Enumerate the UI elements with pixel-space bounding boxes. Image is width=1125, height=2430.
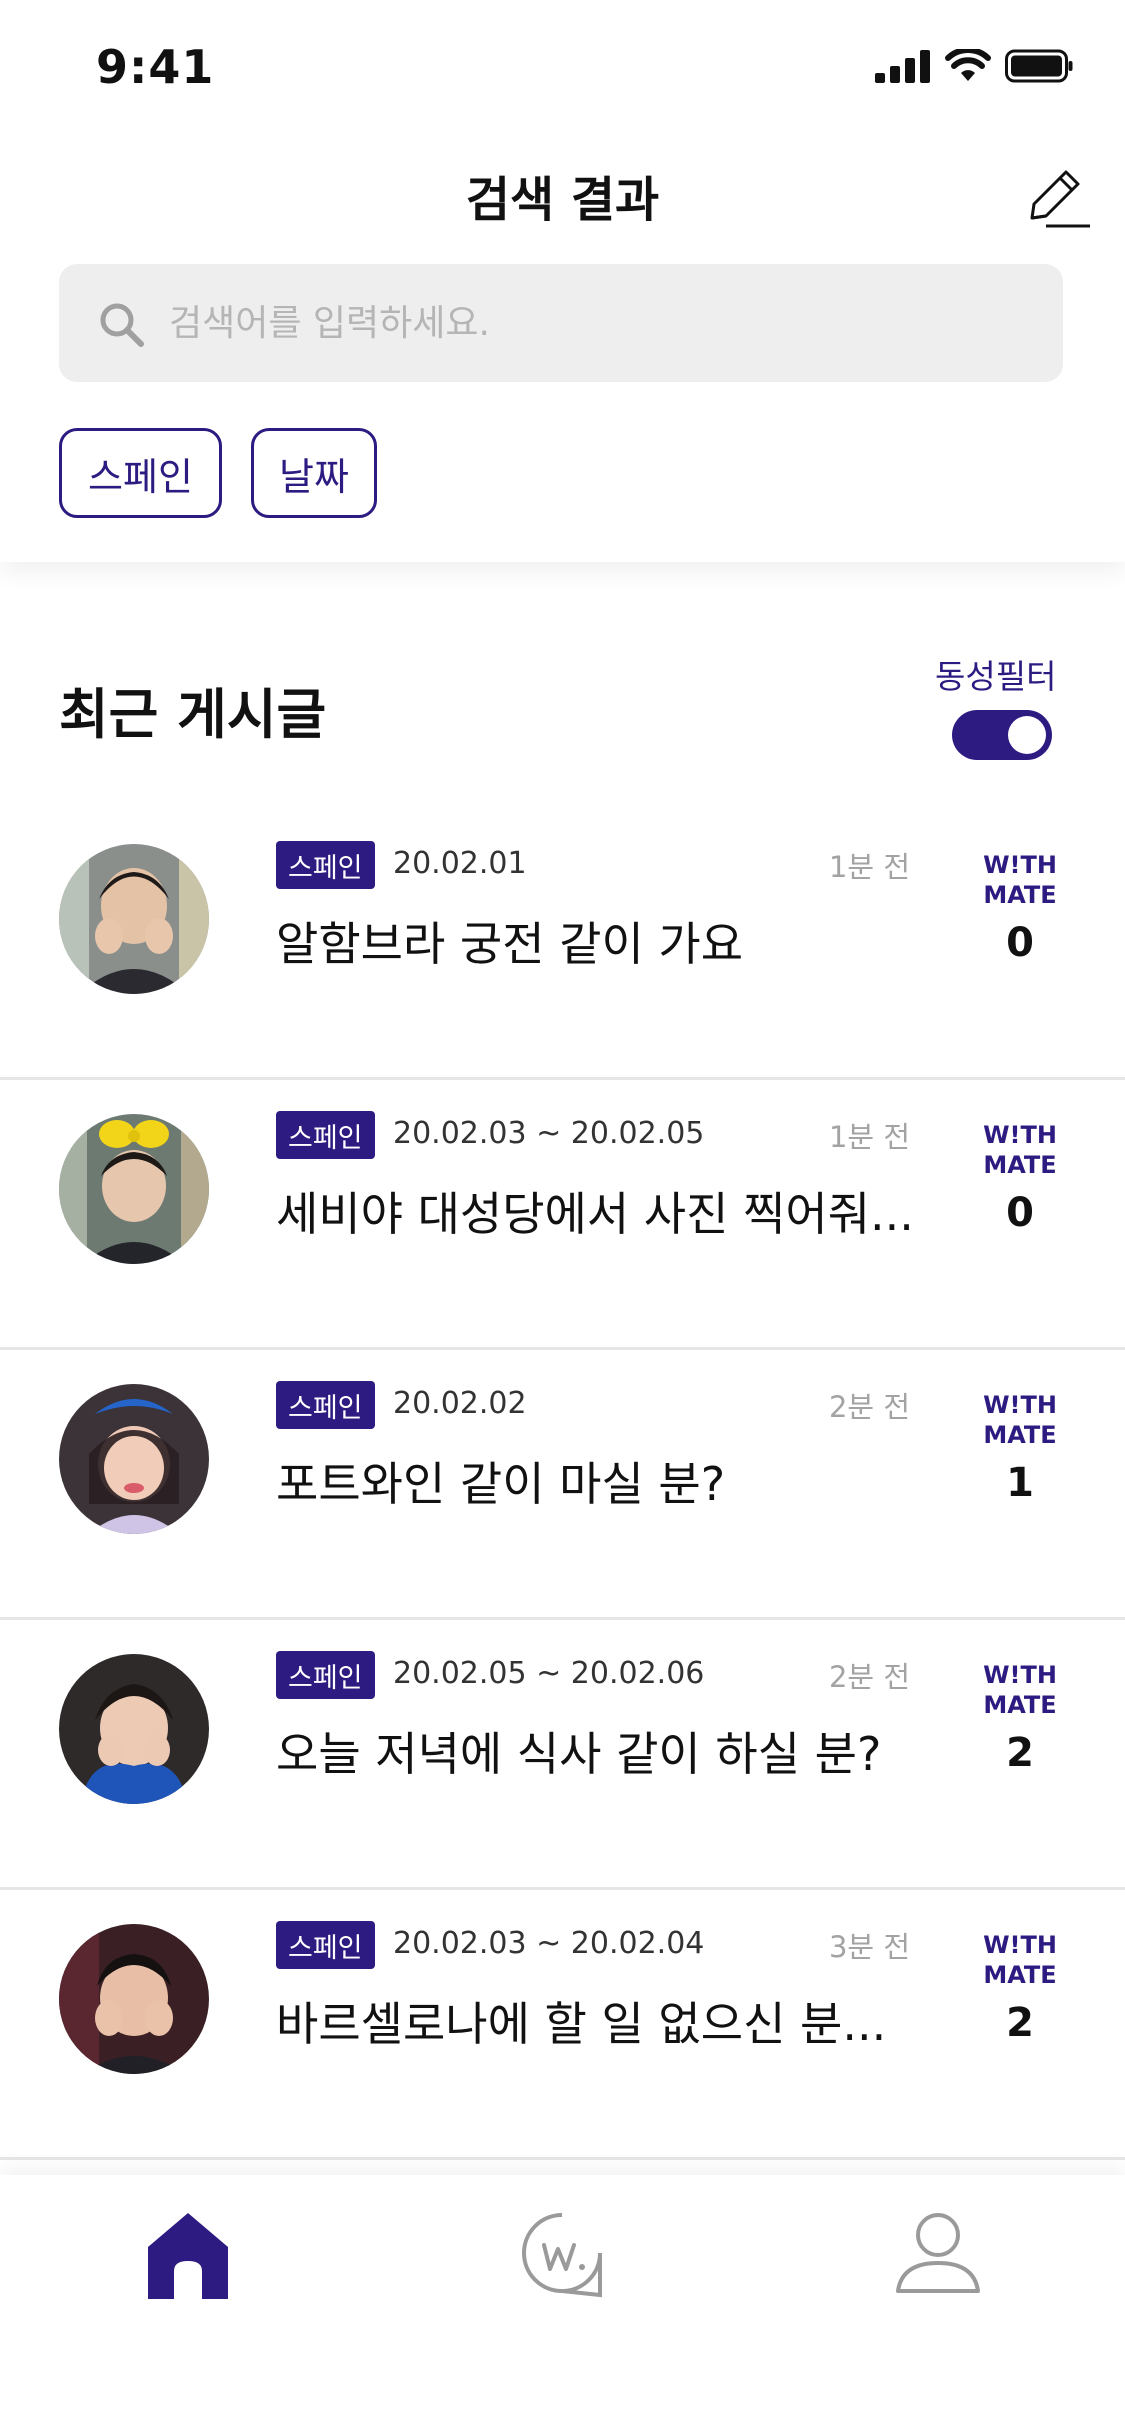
same-gender-filter-label: 동성필터 (935, 657, 1057, 696)
screen: 9:41 검색 결과 검색어를 입력하세요. 스페인 날짜 최근 게시글 동성필… (0, 0, 1125, 2430)
cellular-signal-icon (875, 50, 930, 83)
with-mate-label: W!TH MATE (970, 1390, 1070, 1450)
mate-count: 2 (1006, 2000, 1034, 2046)
tab-profile[interactable] (888, 2205, 988, 2305)
mate-count: 1 (1006, 1460, 1034, 1506)
post-date: 20.02.03 ~ 20.02.04 (393, 1926, 705, 1961)
with-mate-label: W!TH MATE (970, 850, 1070, 910)
post-item[interactable]: 스페인 20.02.01 1분 전 알함브라 궁전 같이 가요 W!TH MAT… (0, 810, 1125, 1080)
wifi-icon (945, 49, 991, 81)
mate-count: 0 (1006, 920, 1034, 966)
with-mate-label-line2: MATE (983, 1691, 1057, 1719)
with-mate-icon (522, 2213, 602, 2298)
country-tag: 스페인 (276, 1921, 375, 1969)
with-mate-label-line1: W!TH (983, 1121, 1057, 1149)
avatar (59, 1924, 209, 2074)
post-time-ago: 3분 전 (828, 1930, 910, 1964)
country-tag: 스페인 (276, 1381, 375, 1429)
with-mate-label-line1: W!TH (983, 1391, 1057, 1419)
with-mate-label-line2: MATE (983, 1421, 1057, 1449)
pencil-icon (1030, 170, 1090, 228)
post-item[interactable]: 스페인 20.02.05 ~ 20.02.06 2분 전 오늘 저녁에 식사 같… (0, 1620, 1125, 1890)
search-icon (100, 303, 144, 347)
with-mate-label: W!TH MATE (970, 1930, 1070, 1990)
with-mate-label: W!TH MATE (970, 1660, 1070, 1720)
avatar (59, 844, 209, 994)
post-item[interactable]: 스페인 20.02.03 ~ 20.02.05 1분 전 세비야 대성당에서 사… (0, 1080, 1125, 1350)
top-panel: 9:41 검색 결과 검색어를 입력하세요. 스페인 날짜 (0, 0, 1125, 562)
with-mate-label-line2: MATE (983, 881, 1057, 909)
tab-home[interactable] (138, 2205, 238, 2305)
with-mate-label-line1: W!TH (983, 851, 1057, 879)
post-item[interactable]: 스페인 20.02.02 2분 전 포트와인 같이 마실 분? W!TH MAT… (0, 1350, 1125, 1620)
post-date: 20.02.03 ~ 20.02.05 (393, 1116, 705, 1151)
mate-count: 2 (1006, 1730, 1034, 1776)
search-input[interactable] (169, 264, 1039, 382)
compose-button[interactable] (1020, 160, 1092, 232)
with-mate-label: W!TH MATE (970, 1120, 1070, 1180)
tab-bar (0, 2175, 1125, 2430)
tab-with-mate[interactable] (512, 2205, 612, 2305)
battery-icon (1005, 49, 1073, 83)
status-time: 9:41 (96, 40, 215, 94)
with-mate-label-line2: MATE (983, 1151, 1057, 1179)
home-icon (148, 2213, 228, 2299)
post-title: 포트와인 같이 마실 분? (276, 1457, 726, 1511)
section-title: 최근 게시글 (59, 683, 327, 746)
post-item[interactable]: 스페인 20.02.03 ~ 20.02.04 3분 전 바르셀로나에 할 일 … (0, 1890, 1125, 2160)
post-title: 알함브라 궁전 같이 가요 (276, 917, 744, 971)
post-title: 오늘 저녁에 식사 같이 하실 분? (276, 1727, 882, 1781)
post-title: 세비야 대성당에서 사진 찍어줘... (276, 1187, 914, 1241)
with-mate-label-line1: W!TH (983, 1931, 1057, 1959)
toggle-knob (1008, 716, 1046, 754)
with-mate-label-line1: W!TH (983, 1661, 1057, 1689)
avatar (59, 1654, 209, 1804)
status-icons (875, 46, 1073, 86)
avatar (59, 1384, 209, 1534)
profile-icon (896, 2213, 980, 2293)
post-time-ago: 2분 전 (828, 1660, 910, 1694)
country-tag: 스페인 (276, 1651, 375, 1699)
post-date: 20.02.01 (393, 846, 527, 881)
mate-count: 0 (1006, 1190, 1034, 1236)
country-tag: 스페인 (276, 1111, 375, 1159)
search-bar[interactable] (59, 264, 1063, 382)
post-title: 바르셀로나에 할 일 없으신 분... (276, 1997, 887, 2051)
avatar (59, 1114, 209, 1264)
post-time-ago: 1분 전 (828, 1120, 910, 1154)
post-date: 20.02.05 ~ 20.02.06 (393, 1656, 705, 1691)
page-title: 검색 결과 (465, 172, 660, 228)
filter-chip-date[interactable]: 날짜 (251, 428, 377, 518)
filter-chip-country[interactable]: 스페인 (59, 428, 222, 518)
status-bar: 9:41 (0, 0, 1125, 132)
post-time-ago: 1분 전 (828, 850, 910, 884)
post-date: 20.02.02 (393, 1386, 527, 1421)
with-mate-label-line2: MATE (983, 1961, 1057, 1989)
post-time-ago: 2분 전 (828, 1390, 910, 1424)
same-gender-filter-toggle[interactable] (952, 710, 1052, 760)
country-tag: 스페인 (276, 841, 375, 889)
